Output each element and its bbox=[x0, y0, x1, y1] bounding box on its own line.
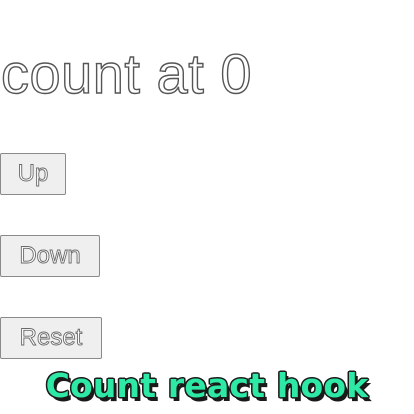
caption-overlay: Count react hook bbox=[45, 366, 369, 405]
count-heading: count at 0 bbox=[0, 41, 252, 105]
reset-button[interactable]: Reset bbox=[0, 317, 102, 359]
counter-page: count at 0 Up Down Reset Count react hoo… bbox=[0, 0, 414, 414]
down-button[interactable]: Down bbox=[0, 235, 100, 277]
up-button[interactable]: Up bbox=[0, 153, 66, 195]
